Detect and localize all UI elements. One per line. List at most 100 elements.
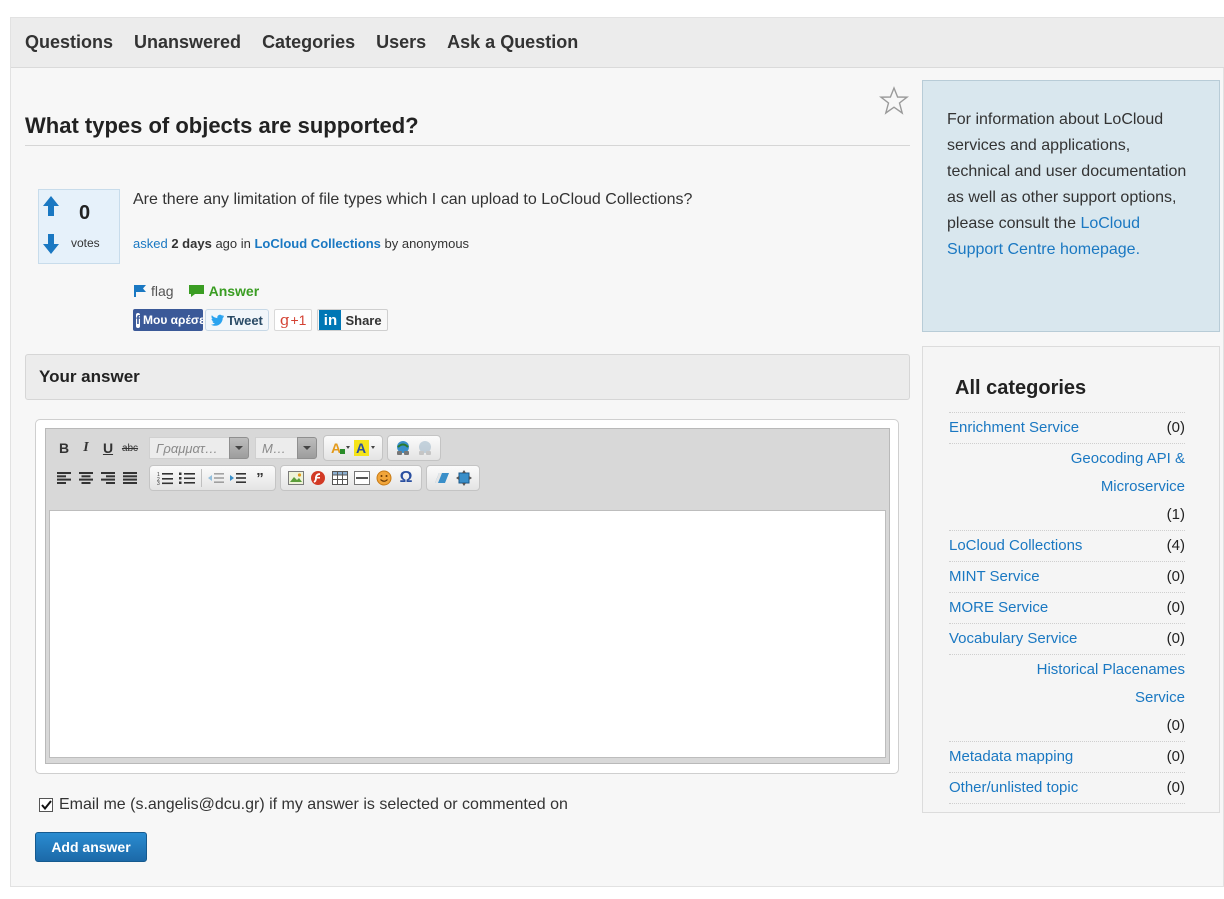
- favorite-star-icon[interactable]: [879, 86, 909, 116]
- flash-icon[interactable]: [307, 467, 329, 489]
- category-item: MINT Service (0): [949, 561, 1185, 592]
- add-answer-button[interactable]: Add answer: [35, 832, 147, 862]
- category-link[interactable]: Historical Placenames Service: [949, 656, 1185, 712]
- font-size-select[interactable]: Μ…: [255, 435, 317, 461]
- category-link[interactable]: Metadata mapping: [949, 743, 1073, 771]
- checkmark-icon: [40, 800, 52, 810]
- maximize-icon[interactable]: [453, 467, 475, 489]
- nav-unanswered[interactable]: Unanswered: [134, 32, 241, 53]
- list-group: 123 ”: [149, 465, 276, 491]
- question-actions: flag Answer: [133, 283, 259, 299]
- answer-label: Answer: [208, 283, 260, 299]
- share-buttons: f Μου αρέσει Tweet g +1 in Share: [133, 308, 388, 332]
- vote-up-icon[interactable]: [42, 195, 60, 217]
- flag-icon: [134, 285, 146, 297]
- svg-text:A: A: [331, 440, 341, 456]
- category-item: Other/unlisted topic (0): [949, 772, 1185, 804]
- vote-down-icon[interactable]: [42, 233, 60, 255]
- linkedin-share-button[interactable]: in Share: [317, 309, 388, 331]
- strikethrough-icon[interactable]: abc: [119, 437, 141, 459]
- google-plus-label: +1: [290, 312, 307, 328]
- category-link[interactable]: LoCloud Collections: [949, 532, 1082, 560]
- font-family-field: Γραμματ…: [149, 437, 229, 459]
- asked-ago-in: ago in: [215, 236, 251, 251]
- speech-bubble-icon: [188, 285, 204, 297]
- nav-questions[interactable]: Questions: [25, 32, 113, 53]
- eraser-icon[interactable]: [431, 467, 453, 489]
- bold-icon[interactable]: B: [53, 437, 75, 459]
- flag-button[interactable]: flag: [133, 283, 174, 299]
- category-count: (4): [1166, 537, 1185, 554]
- category-item: Enrichment Service (0): [949, 412, 1185, 443]
- nav-users[interactable]: Users: [376, 32, 426, 53]
- italic-icon[interactable]: I: [75, 437, 97, 459]
- font-size-field: Μ…: [255, 437, 297, 459]
- smiley-icon[interactable]: [373, 467, 395, 489]
- align-right-icon[interactable]: [97, 467, 119, 489]
- question-meta: asked 2 days ago in LoCloud Collections …: [133, 236, 469, 251]
- align-center-icon[interactable]: [75, 467, 97, 489]
- indent-icon[interactable]: [227, 467, 249, 489]
- answer-text-area[interactable]: [49, 510, 886, 758]
- table-icon[interactable]: [329, 467, 351, 489]
- link-icon[interactable]: [392, 437, 414, 459]
- special-character-icon[interactable]: Ω: [395, 467, 417, 489]
- category-count: (0): [1166, 630, 1185, 647]
- bullet-list-icon[interactable]: [176, 467, 198, 489]
- category-item: Vocabulary Service (0): [949, 623, 1185, 654]
- category-count: (0): [1166, 568, 1185, 585]
- category-count: (0): [1166, 748, 1185, 765]
- answer-editor-container: B I U abc Γραμματ… Μ… A A 1 2 3 ” Ω: [35, 419, 899, 774]
- nav-categories[interactable]: Categories: [262, 32, 355, 53]
- support-info-box: For information about LoCloud services a…: [922, 80, 1220, 332]
- categories-list: Enrichment Service (0) Geocoding API & M…: [949, 412, 1185, 804]
- image-icon[interactable]: [285, 467, 307, 489]
- vote-count: 0: [79, 202, 91, 224]
- tools-group: [426, 465, 480, 491]
- svg-text:A: A: [356, 440, 366, 456]
- font-family-select[interactable]: Γραμματ…: [149, 435, 249, 461]
- asked-link[interactable]: asked: [133, 236, 168, 251]
- category-link[interactable]: MORE Service: [949, 594, 1048, 622]
- category-link[interactable]: Geocoding API & Microservice: [949, 445, 1185, 501]
- nav-ask-question[interactable]: Ask a Question: [447, 32, 578, 53]
- linkedin-share-label: Share: [345, 312, 382, 328]
- category-item: Historical Placenames Service (0): [949, 654, 1185, 741]
- outdent-icon[interactable]: [205, 467, 227, 489]
- category-link[interactable]: Vocabulary Service: [949, 625, 1077, 653]
- facebook-like-button[interactable]: f Μου αρέσει: [133, 309, 203, 331]
- categories-title: All categories: [955, 377, 1087, 399]
- email-notify-checkbox[interactable]: [39, 798, 53, 812]
- underline-icon[interactable]: U: [97, 437, 119, 459]
- svg-text:3: 3: [157, 481, 160, 485]
- question-category-link[interactable]: LoCloud Collections: [254, 236, 380, 251]
- unlink-icon[interactable]: [414, 437, 436, 459]
- align-left-icon[interactable]: [53, 467, 75, 489]
- question-body: Are there any limitation of file types w…: [133, 191, 693, 208]
- horizontal-rule-icon[interactable]: [351, 467, 373, 489]
- facebook-like-label: Μου αρέσει: [143, 313, 203, 327]
- tweet-button[interactable]: Tweet: [205, 309, 269, 331]
- alignment-group: [49, 465, 145, 491]
- main-column: What types of objects are supported? 0 v…: [11, 68, 916, 888]
- email-notify-label: Email me (s.angelis@dcu.gr) if my answer…: [59, 796, 568, 813]
- category-link[interactable]: Enrichment Service: [949, 414, 1079, 442]
- blockquote-icon[interactable]: ”: [249, 467, 271, 489]
- answer-button[interactable]: Answer: [188, 283, 260, 299]
- linkedin-icon: in: [319, 310, 342, 330]
- category-link[interactable]: MINT Service: [949, 563, 1040, 591]
- numbered-list-icon[interactable]: 123: [154, 467, 176, 489]
- category-count: (0): [1166, 599, 1185, 616]
- asked-when: 2 days: [171, 236, 212, 251]
- asked-by: by anonymous: [384, 236, 470, 251]
- category-count: (1): [1166, 506, 1185, 523]
- category-link[interactable]: Other/unlisted topic: [949, 774, 1078, 802]
- google-plus-button[interactable]: g +1: [273, 309, 313, 331]
- format-group: B I U abc: [49, 435, 145, 461]
- align-justify-icon[interactable]: [119, 467, 141, 489]
- text-color-icon[interactable]: A: [328, 437, 352, 459]
- toolbar-row-2: 123 ” Ω: [49, 464, 484, 492]
- background-color-icon[interactable]: A: [352, 437, 378, 459]
- google-plus-icon: g: [279, 311, 290, 329]
- toolbar-row-1: B I U abc Γραμματ… Μ… A A: [49, 434, 445, 462]
